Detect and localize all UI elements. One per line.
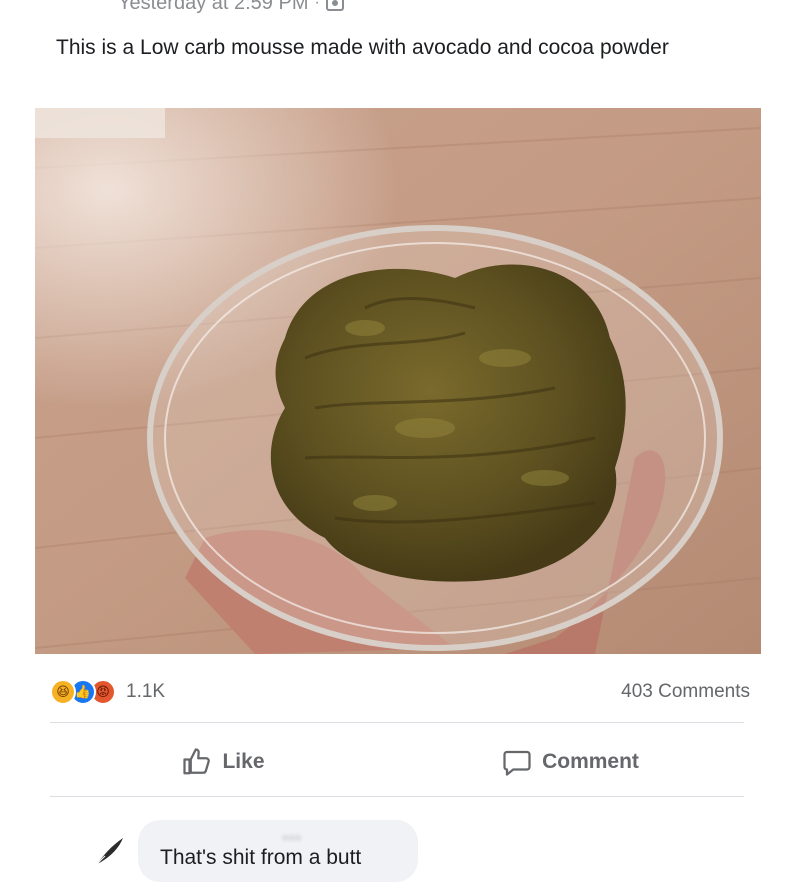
comment-button-label: Comment (542, 750, 639, 773)
comment-button[interactable]: Comment (397, 747, 744, 777)
actions-divider (50, 796, 744, 797)
comment-bubble-icon (503, 750, 531, 776)
comment-bubble[interactable]: ... That's shit from a butt (138, 820, 418, 882)
post-photo[interactable] (35, 108, 761, 654)
like-button[interactable]: Like (50, 747, 397, 777)
thumbs-up-icon (183, 748, 211, 775)
post-timestamp[interactable]: Yesterday at 2:59 PM (118, 0, 309, 15)
mousse-bowl-photo (35, 108, 761, 654)
haha-reaction-icon: 😆 (50, 679, 76, 705)
avatar[interactable] (90, 831, 130, 871)
quill-icon (96, 838, 123, 865)
friends-icon[interactable] (325, 0, 344, 11)
comment-count[interactable]: 403 Comments (621, 681, 750, 703)
commenter-name[interactable]: ... (283, 826, 302, 844)
stats-divider (50, 722, 744, 723)
meta-separator: · (314, 0, 320, 11)
reaction-summary[interactable]: 😆 👍 😡 1.1K (50, 679, 165, 705)
reaction-count[interactable]: 1.1K (126, 681, 165, 703)
comment-item: ... That's shit from a butt (90, 812, 418, 890)
comment-text: That's shit from a butt (160, 846, 362, 869)
like-button-label: Like (222, 750, 265, 773)
post-text: This is a Low carb mousse made with avoc… (56, 36, 669, 59)
action-bar: Like Comment (50, 736, 744, 788)
post-stats: 😆 👍 😡 1.1K 403 Comments (50, 676, 750, 708)
post-meta: Yesterday at 2:59 PM · (118, 0, 344, 14)
